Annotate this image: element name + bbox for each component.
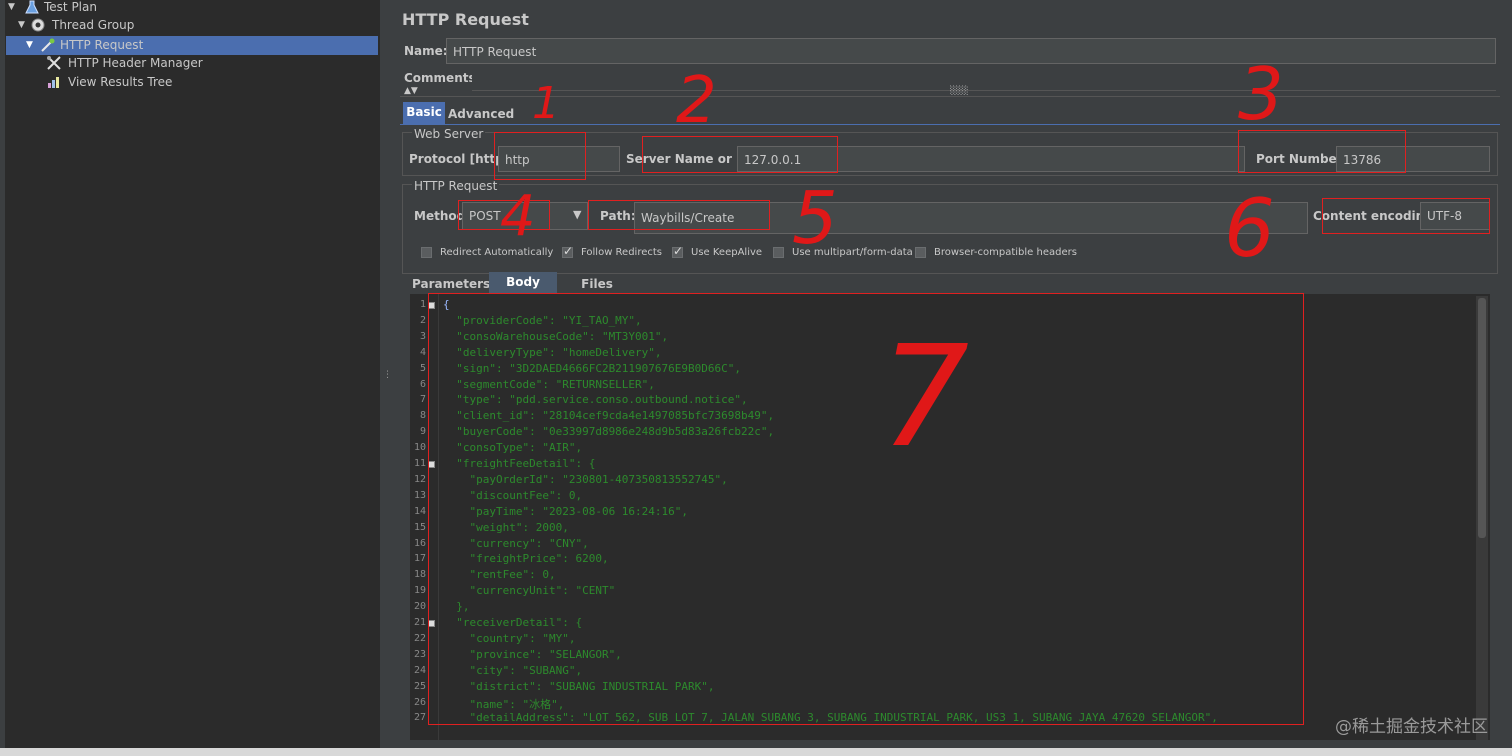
tree-node-label: View Results Tree	[68, 75, 173, 89]
expand-arrow-icon[interactable]: ▼	[18, 16, 25, 34]
line-number: 3	[419, 330, 426, 342]
chart-icon	[46, 74, 62, 90]
line-number: 16	[413, 537, 426, 549]
test-plan-tree	[0, 0, 381, 748]
line-number: 13	[413, 489, 426, 501]
line-number: 26	[413, 696, 426, 708]
tree-node-results-tree[interactable]: View Results Tree	[44, 73, 264, 91]
keepalive-checkbox[interactable]	[672, 244, 683, 258]
scrollbar-thumb[interactable]	[1478, 298, 1486, 538]
line-number: 4	[419, 346, 426, 358]
line-number: 14	[413, 505, 426, 517]
collapse-arrows-icon[interactable]: ▲▼	[404, 86, 418, 96]
line-number: 27	[413, 712, 426, 724]
line-number: 1	[419, 299, 426, 310]
comments-field[interactable]	[472, 66, 1496, 91]
line-number: 8	[419, 410, 426, 422]
tab-body-data[interactable]: Body Data	[489, 272, 557, 309]
tree-node-header-manager[interactable]: HTTP Header Manager	[44, 54, 264, 72]
line-number: 20	[413, 601, 426, 613]
redirect-auto-label: Redirect Automatically	[440, 247, 554, 258]
tree-node-label: Test Plan	[44, 0, 97, 14]
wrench-icon	[46, 55, 62, 71]
tab-advanced[interactable]: Advanced	[448, 104, 514, 124]
follow-redirects-checkbox[interactable]	[562, 244, 573, 258]
tree-node-thread-group[interactable]: ▼ Thread Group	[18, 16, 218, 34]
tree-node-label: Thread Group	[52, 18, 135, 32]
tree-node-test-plan[interactable]: ▼ Test Plan	[8, 0, 208, 16]
line-number: 21	[413, 617, 426, 628]
annotation-number: 5	[792, 176, 838, 260]
tab-files-upload[interactable]: Files Upload	[558, 274, 636, 311]
annotation-box-server	[642, 136, 838, 173]
line-number: 11	[413, 458, 426, 469]
flask-icon	[24, 0, 40, 15]
browser-headers-label: Browser-compatible headers	[934, 247, 1077, 258]
line-number: 23	[413, 648, 426, 660]
watermark: @稀土掘金技术社区	[1335, 717, 1488, 737]
gear-icon	[30, 17, 46, 33]
line-number: 7	[419, 394, 426, 406]
splitter-grip-icon[interactable]: ⋮	[383, 371, 392, 386]
divider	[400, 96, 1500, 97]
tree-node-label: HTTP Header Manager	[68, 56, 203, 70]
keepalive-label: Use KeepAlive	[691, 247, 763, 258]
line-number: 12	[413, 473, 426, 485]
line-number: 6	[419, 378, 426, 390]
redirect-auto-checkbox[interactable]	[421, 247, 432, 258]
tree-node-label: HTTP Request	[60, 38, 144, 52]
line-number: 17	[413, 553, 426, 565]
comments-label: Comments:	[404, 71, 481, 85]
follow-redirects-label: Follow Redirects	[581, 247, 662, 258]
browser-headers-checkbox[interactable]	[915, 247, 926, 258]
resize-grip-icon[interactable]: ░░░	[950, 86, 968, 95]
expand-arrow-icon[interactable]: ▼	[26, 36, 33, 54]
annotation-number: 7	[880, 316, 970, 479]
expand-arrow-icon[interactable]: ▼	[8, 0, 15, 16]
line-number: 22	[413, 632, 426, 644]
tree-node-http-request-content[interactable]: ▼ HTTP Request	[26, 36, 226, 54]
annotation-box-encoding	[1322, 198, 1490, 234]
web-server-label: Web Server	[412, 127, 486, 141]
tab-basic[interactable]: Basic	[403, 102, 445, 124]
annotation-box-port	[1238, 130, 1406, 173]
page-title: HTTP Request	[402, 10, 529, 29]
multipart-checkbox[interactable]	[773, 247, 784, 258]
bottom-strip	[0, 748, 1512, 756]
annotation-number: 4	[500, 184, 536, 249]
line-number: 5	[419, 362, 426, 374]
line-number: 15	[413, 521, 426, 533]
annotation-number: 3	[1238, 52, 1284, 136]
annotation-box-protocol	[494, 132, 586, 180]
http-request-section-label: HTTP Request	[412, 179, 500, 193]
annotation-box-path	[588, 200, 770, 230]
line-number: 19	[413, 585, 426, 597]
line-number: 2	[419, 314, 426, 326]
line-number: 24	[413, 664, 426, 676]
pipette-icon	[40, 37, 56, 53]
annotation-number: 2	[676, 64, 717, 138]
tab-parameters[interactable]: Parameters	[412, 274, 490, 294]
annotation-number: 1	[532, 78, 560, 129]
name-field[interactable]: HTTP Request	[446, 38, 1496, 64]
tab-underline	[400, 124, 1500, 125]
annotation-number: 6	[1224, 182, 1275, 275]
name-label: Name:	[404, 44, 448, 58]
line-number: 9	[419, 426, 426, 438]
line-number: 10	[413, 442, 426, 454]
line-number: 18	[413, 569, 426, 581]
tree-edge	[0, 0, 5, 748]
annotation-box-body	[428, 293, 1304, 725]
chevron-down-icon[interactable]: ▼	[573, 208, 581, 221]
line-number: 25	[413, 680, 426, 692]
